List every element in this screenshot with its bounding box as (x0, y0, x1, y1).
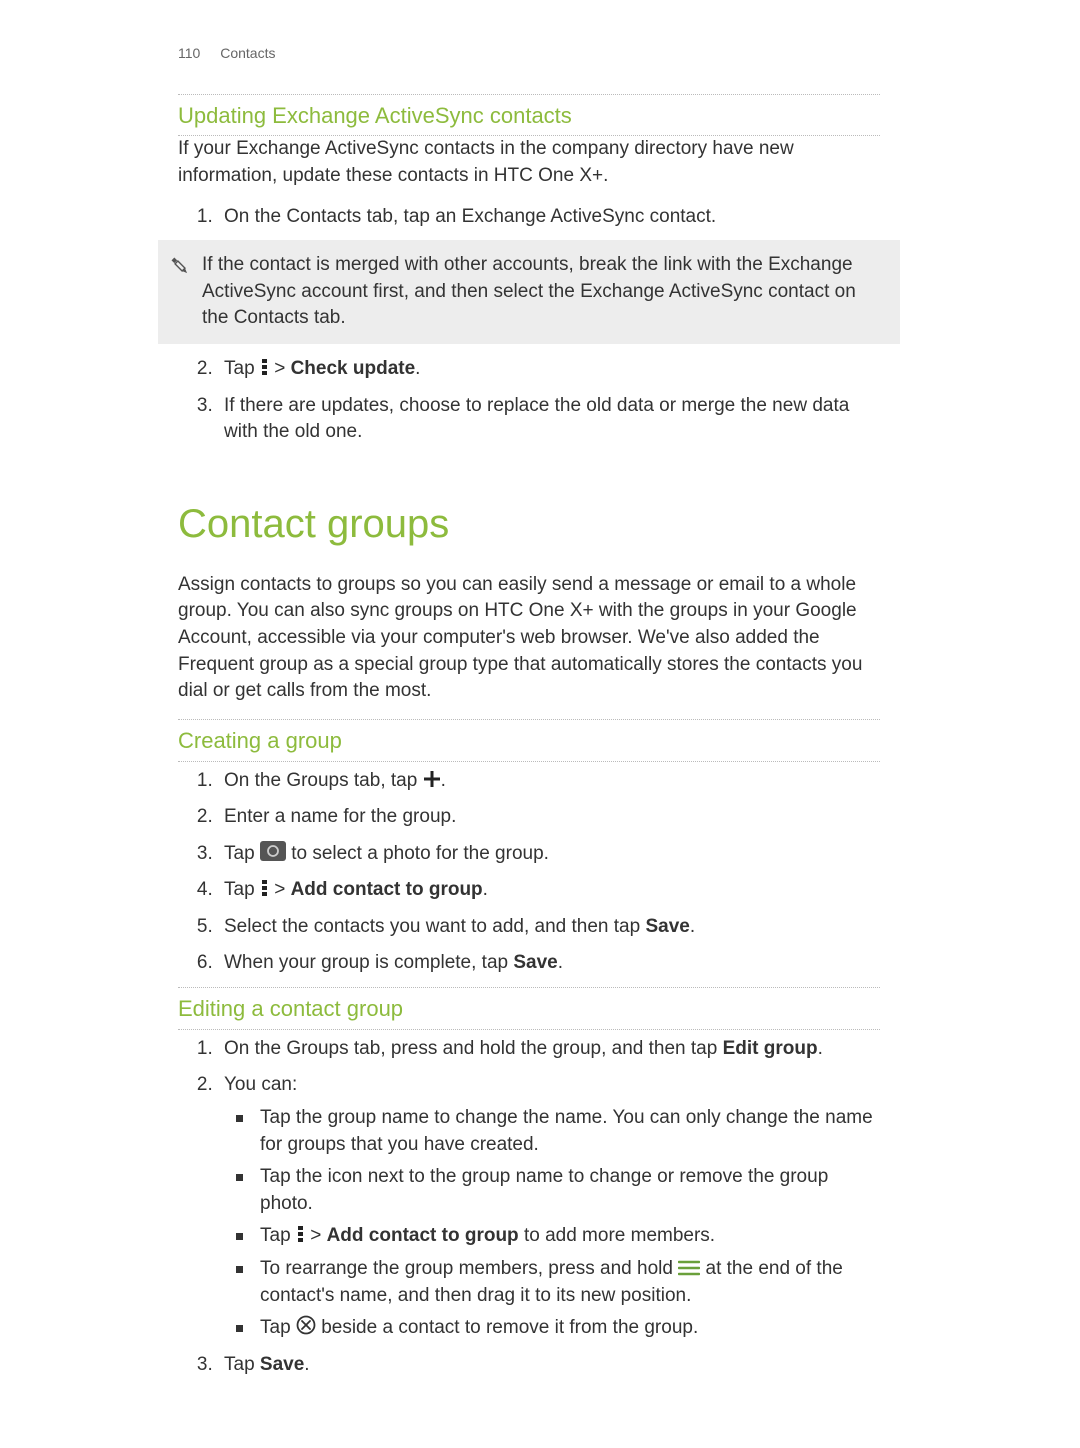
bold-text: Edit group (723, 1038, 818, 1059)
section-creating-group: Creating a group On the Groups tab, tap … (178, 719, 880, 977)
text: Tap (224, 843, 260, 864)
bold-text: Check update (291, 358, 416, 379)
step-1: On the Contacts tab, tap an Exchange Act… (218, 204, 880, 231)
tip-text: If the contact is merged with other acco… (202, 252, 884, 332)
text: . (818, 1038, 823, 1059)
step-1: On the Groups tab, press and hold the gr… (218, 1036, 880, 1063)
text: Tap (260, 1225, 296, 1246)
text: When your group is complete, tap (224, 952, 513, 973)
plus-icon (423, 770, 441, 788)
page-section: Contacts (220, 45, 275, 61)
step-2: You can: Tap the group name to change th… (218, 1072, 880, 1341)
bullet-item: Tap the icon next to the group name to c… (250, 1164, 880, 1217)
text: . (690, 916, 695, 937)
bullet-item: To rearrange the group members, press an… (250, 1256, 880, 1309)
text: Select the contacts you want to add, and… (224, 916, 645, 937)
section-contact-groups: Contact groups Assign contacts to groups… (178, 496, 880, 705)
rule (178, 1029, 880, 1030)
camera-icon (260, 841, 286, 861)
page-header: 110 Contacts (178, 44, 880, 64)
text: Tap (224, 879, 260, 900)
step-text: You can: (224, 1074, 297, 1095)
text: > (269, 879, 291, 900)
rule (178, 761, 880, 762)
text: On the Groups tab, tap (224, 770, 423, 791)
bold-text: Add contact to group (327, 1225, 519, 1246)
text: . (483, 879, 488, 900)
subheading: Editing a contact group (178, 994, 880, 1025)
menu-icon (260, 358, 269, 376)
page-number: 110 (178, 44, 200, 64)
text: Tap (260, 1317, 296, 1338)
remove-icon (296, 1315, 316, 1335)
text: Tap (224, 358, 260, 379)
document-page: 110 Contacts Updating Exchange ActiveSyn… (0, 0, 1080, 1448)
section-editing-group: Editing a contact group On the Groups ta… (178, 987, 880, 1378)
heading-1: Contact groups (178, 496, 880, 552)
rule (178, 719, 880, 720)
text: . (415, 358, 420, 379)
bold-text: Save (260, 1354, 304, 1375)
bold-text: Save (513, 952, 557, 973)
rule (178, 94, 880, 95)
step-1: On the Groups tab, tap . (218, 768, 880, 795)
text: to select a photo for the group. (286, 843, 549, 864)
intro-text: If your Exchange ActiveSync contacts in … (178, 136, 880, 189)
menu-icon (296, 1225, 305, 1243)
text: To rearrange the group members, press an… (260, 1258, 678, 1279)
text: . (441, 770, 446, 791)
text: > (305, 1225, 327, 1246)
step-3: Tap Save. (218, 1352, 880, 1379)
text: Tap the icon next to the group name to c… (260, 1166, 828, 1214)
step-list-continued: Tap > Check update. If there are updates… (178, 356, 880, 446)
step-5: Select the contacts you want to add, and… (218, 914, 880, 941)
section-updating-activesync: Updating Exchange ActiveSync contacts If… (178, 94, 880, 446)
text: . (558, 952, 563, 973)
text: On the Groups tab, press and hold the gr… (224, 1038, 723, 1059)
step-3: Tap to select a photo for the group. (218, 841, 880, 868)
step-list: On the Contacts tab, tap an Exchange Act… (178, 204, 880, 231)
step-2: Tap > Check update. (218, 356, 880, 383)
text: . (304, 1354, 309, 1375)
bullet-item: Tap beside a contact to remove it from t… (250, 1315, 880, 1342)
step-2: Enter a name for the group. (218, 804, 880, 831)
step-3: If there are updates, choose to replace … (218, 393, 880, 446)
pencil-icon (158, 252, 202, 278)
text: > (269, 358, 291, 379)
step-list: On the Groups tab, press and hold the gr… (178, 1036, 880, 1379)
bold-text: Save (645, 916, 689, 937)
step-4: Tap > Add contact to group. (218, 877, 880, 904)
bullet-item: Tap > Add contact to group to add more m… (250, 1223, 880, 1250)
rule (178, 987, 880, 988)
subheading: Updating Exchange ActiveSync contacts (178, 101, 880, 132)
text: to add more members. (519, 1225, 715, 1246)
intro-text: Assign contacts to groups so you can eas… (178, 572, 880, 705)
bold-text: Add contact to group (291, 879, 483, 900)
text: beside a contact to remove it from the g… (316, 1317, 698, 1338)
step-list: On the Groups tab, tap . Enter a name fo… (178, 768, 880, 978)
subheading: Creating a group (178, 726, 880, 757)
drag-handle-icon (678, 1260, 700, 1276)
menu-icon (260, 879, 269, 897)
step-text: If there are updates, choose to replace … (224, 395, 849, 443)
text: Tap (224, 1354, 260, 1375)
step-text: On the Contacts tab, tap an Exchange Act… (224, 206, 716, 227)
bullet-list: Tap the group name to change the name. Y… (224, 1105, 880, 1342)
text: Tap the group name to change the name. Y… (260, 1107, 873, 1155)
tip-callout: If the contact is merged with other acco… (158, 240, 900, 344)
bullet-item: Tap the group name to change the name. Y… (250, 1105, 880, 1158)
step-6: When your group is complete, tap Save. (218, 950, 880, 977)
step-text: Enter a name for the group. (224, 806, 456, 827)
